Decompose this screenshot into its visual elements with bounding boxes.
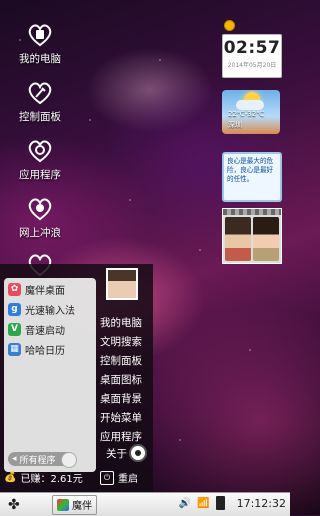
clock-widget[interactable]: 02:57 2014年05月20日 (222, 34, 282, 78)
menu-right-list: 我的电脑 文明搜索 控制面板 桌面图标 桌面背景 开始菜单 应用程序 (100, 314, 150, 447)
desktop-icon-my-computer[interactable]: 我的电脑 (10, 20, 70, 66)
wrench-heart-icon (28, 82, 52, 105)
about-button[interactable]: 关于 (106, 444, 147, 462)
desktop-icon-label: 网上冲浪 (19, 227, 61, 239)
app-item-input-method[interactable]: g 光速输入法 (8, 300, 96, 318)
photo-figure (253, 217, 279, 261)
power-icon: ⏻ (100, 470, 114, 485)
clock-date: 2014年05月20日 (227, 62, 277, 69)
menu-item-desktop-bg[interactable]: 桌面背景 (100, 390, 150, 409)
clock-time: 02:57 (223, 38, 281, 58)
volume-icon[interactable]: 🔊 (179, 498, 191, 509)
menu-item-desktop-icons[interactable]: 桌面图标 (100, 371, 150, 390)
start-menu: ✿ 魔伴桌面 g 光速输入法 V 音速启动 ▦ 哈哈日历 ◂ 所有程序 我的电脑… (0, 264, 153, 492)
earnings-text: 已赚：2.61元 (20, 474, 83, 485)
app-item-sonic-launch[interactable]: V 音速启动 (8, 320, 96, 338)
cloud-icon (236, 100, 264, 110)
taskbar-app-mobans[interactable]: 魔伴 (52, 494, 97, 515)
app-item-magic-desktop[interactable]: ✿ 魔伴桌面 (8, 280, 96, 298)
taskbar-app-label: 魔伴 (72, 501, 92, 512)
app-item-label: 光速输入法 (25, 305, 75, 317)
earnings: 💰 已赚：2.61元 (4, 470, 83, 485)
restart-label: 重启 (118, 474, 138, 485)
desktop-icon-label: 控制面板 (19, 111, 61, 123)
note-text: 良心是最大的危险，良心是最好的任性。 (227, 157, 274, 183)
sonic-launch-icon: V (8, 322, 21, 336)
restart-button[interactable]: ⏻ 重启 (100, 470, 138, 485)
app-icon (57, 498, 69, 511)
taskbar: ✤ 魔伴 🔊 📶 17:12:32 (0, 492, 290, 516)
clover-start-icon[interactable]: ✤ (8, 497, 28, 513)
film-strip (223, 209, 281, 215)
wifi-icon[interactable]: 📶 (197, 498, 209, 509)
app-item-calendar[interactable]: ▦ 哈哈日历 (8, 340, 96, 358)
note-widget[interactable]: 良心是最大的危险，良心是最好的任性。 (222, 152, 282, 202)
menu-item-control-panel[interactable]: 控制面板 (100, 352, 150, 371)
app-item-label: 哈哈日历 (25, 345, 65, 357)
calendar-icon: ▦ (8, 342, 21, 356)
menu-item-search[interactable]: 文明搜索 (100, 333, 150, 352)
all-programs-button[interactable]: ◂ 所有程序 (8, 452, 77, 468)
desktop-icon-applications[interactable]: 应用程序 (10, 136, 70, 182)
avatar[interactable] (106, 268, 138, 300)
weather-widget[interactable]: 22℃-32℃ 深圳 (222, 90, 280, 134)
clock-pin-icon (224, 20, 235, 31)
desktop-icon-web-surf[interactable]: 网上冲浪 (10, 194, 70, 240)
app-item-label: 音速启动 (25, 325, 65, 337)
all-programs-label: 所有程序 (19, 455, 56, 466)
desktop-icon-control-panel[interactable]: 控制面板 (10, 78, 70, 124)
weather-city: 深圳 (228, 121, 242, 129)
magic-desktop-icon: ✿ (8, 282, 21, 296)
toggle-knob (61, 452, 77, 468)
desktop-icon-label: 我的电脑 (19, 53, 61, 65)
weather-temp: 22℃-32℃ (228, 110, 265, 118)
record-icon (129, 444, 147, 462)
battery-icon[interactable] (215, 496, 225, 510)
system-tray: 🔊 📶 17:12:32 (173, 496, 286, 510)
app-item-label: 魔伴桌面 (25, 285, 65, 297)
coin-bag-icon: 💰 (4, 472, 17, 483)
about-label: 关于 (106, 447, 127, 460)
taskbar-clock[interactable]: 17:12:32 (237, 497, 286, 510)
app-list: ✿ 魔伴桌面 g 光速输入法 V 音速启动 ▦ 哈哈日历 ◂ 所有程序 (4, 278, 96, 472)
arrow-left-icon: ◂ (12, 454, 17, 464)
photo-figure (225, 217, 251, 261)
photo-widget[interactable] (222, 208, 282, 264)
input-method-icon: g (8, 302, 21, 316)
apps-heart-icon (28, 140, 52, 163)
desktop-icon-label: 应用程序 (19, 169, 61, 181)
globe-heart-icon (28, 198, 52, 221)
menu-item-start-menu[interactable]: 开始菜单 (100, 409, 150, 428)
menu-item-my-computer[interactable]: 我的电脑 (100, 314, 150, 333)
computer-heart-icon (28, 24, 52, 47)
